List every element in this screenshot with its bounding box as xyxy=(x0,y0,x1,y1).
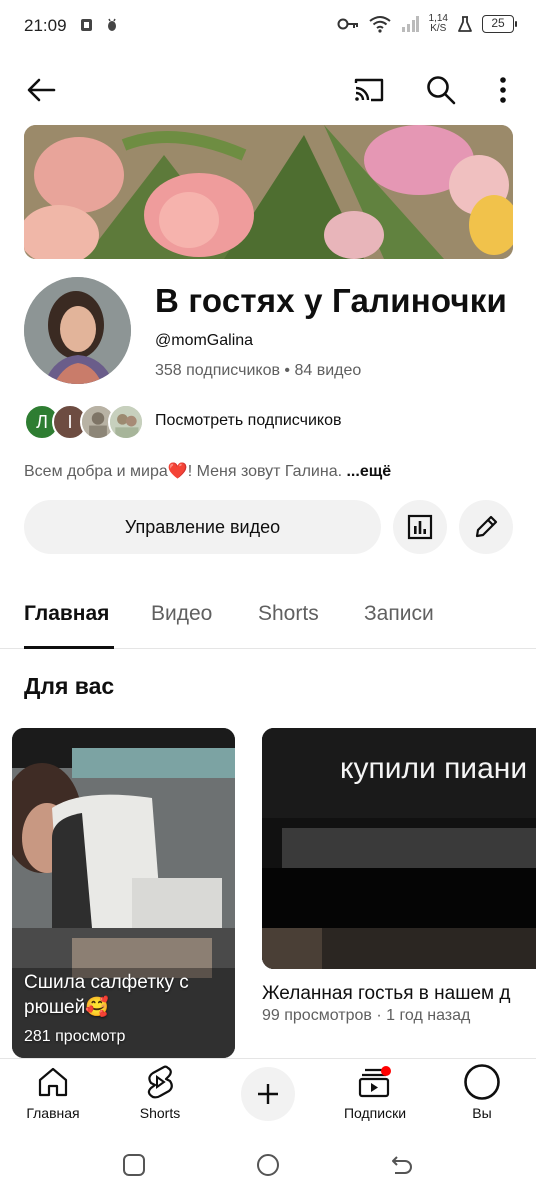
bottom-navigation: Главная Shorts Подписки Вы xyxy=(0,1058,536,1126)
home-button-icon[interactable] xyxy=(254,1151,282,1179)
bug-icon xyxy=(108,18,116,31)
channel-handle: @momGalina xyxy=(155,332,254,349)
wifi-icon xyxy=(368,16,391,33)
create-button[interactable] xyxy=(241,1067,295,1121)
short-title: Сшила салфетку с рюшей🥰 xyxy=(24,972,189,1018)
channel-stats: 358 подписчиков • 84 видео xyxy=(155,362,361,380)
channel-avatar[interactable] xyxy=(24,277,131,384)
manage-videos-button[interactable]: Управление видео xyxy=(24,500,381,554)
active-tab-indicator xyxy=(24,646,114,649)
video-count: 84 видео xyxy=(294,362,362,379)
video-meta: 99 просмотров · 1 год назад xyxy=(262,1007,471,1024)
top-app-bar xyxy=(0,64,536,116)
flask-icon xyxy=(458,16,472,32)
more-vertical-icon[interactable] xyxy=(481,68,525,112)
key-icon xyxy=(337,18,358,30)
bar-chart-icon[interactable] xyxy=(393,500,447,554)
short-views: 281 просмотр xyxy=(24,1028,126,1045)
status-bar: 21:09 1,14 K/S 25 xyxy=(0,0,536,54)
shorts-icon xyxy=(115,1065,205,1099)
subscriber-count: 358 подписчиков xyxy=(155,362,280,379)
video-title[interactable]: Желанная гостья в нашем д xyxy=(262,983,510,1005)
plus-icon xyxy=(258,1084,278,1104)
network-speed: 1,14 K/S xyxy=(428,13,448,34)
thumbnail-overlay-text: купили пиани xyxy=(340,752,528,785)
recent-apps-icon[interactable] xyxy=(120,1151,148,1179)
channel-description[interactable]: Всем добра и мира❤️! Меня зовут Галина. … xyxy=(24,461,391,481)
back-icon[interactable] xyxy=(19,68,63,112)
tab-home[interactable]: Главная xyxy=(24,602,109,626)
nav-home[interactable]: Главная xyxy=(8,1059,98,1127)
cast-icon[interactable] xyxy=(347,68,391,112)
tab-posts[interactable]: Записи xyxy=(364,602,434,626)
search-icon[interactable] xyxy=(419,68,463,112)
signal-icon xyxy=(401,16,419,32)
tab-shorts[interactable]: Shorts xyxy=(258,602,319,626)
subscriptions-icon xyxy=(330,1065,420,1099)
subscriber-avatar xyxy=(108,404,144,440)
section-title: Для вас xyxy=(24,673,115,699)
system-navigation xyxy=(0,1126,536,1200)
nav-subscriptions[interactable]: Подписки xyxy=(330,1059,420,1127)
channel-banner xyxy=(24,125,513,259)
stats-separator: • xyxy=(284,362,295,379)
short-card[interactable]: Сшила салфетку с рюшей🥰 281 просмотр xyxy=(12,728,235,1058)
nav-shorts[interactable]: Shorts xyxy=(115,1059,205,1127)
channel-name: В гостях у Галиночки xyxy=(155,282,507,319)
pencil-icon[interactable] xyxy=(459,500,513,554)
subscribers-preview[interactable]: Л I xyxy=(24,402,144,442)
app-notification-icon xyxy=(81,19,92,31)
video-thumbnail[interactable]: купили пиани xyxy=(262,728,536,969)
tab-videos[interactable]: Видео xyxy=(151,602,212,626)
description-more[interactable]: ...ещё xyxy=(346,463,391,480)
battery-indicator: 25 xyxy=(482,15,517,33)
profile-icon xyxy=(437,1064,527,1100)
status-time: 21:09 xyxy=(24,16,67,35)
home-icon xyxy=(8,1065,98,1099)
channel-tabs: Главная Видео Shorts Записи xyxy=(0,582,536,649)
view-subscribers-link[interactable]: Посмотреть подписчиков xyxy=(155,412,341,430)
nav-you[interactable]: Вы xyxy=(437,1059,527,1127)
back-button-icon[interactable] xyxy=(388,1151,416,1179)
